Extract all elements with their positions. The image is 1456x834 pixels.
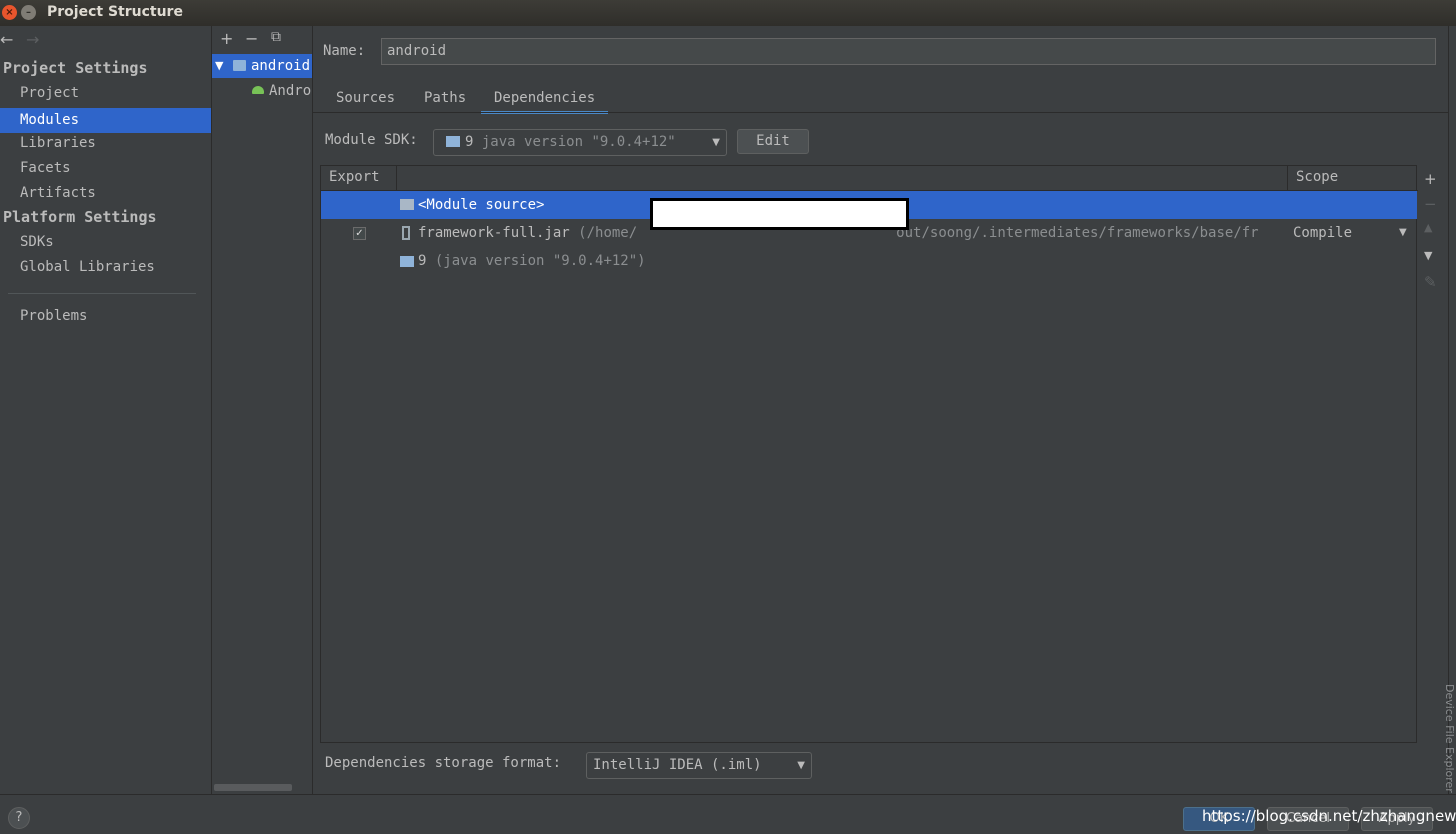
name-label: Name:: [323, 43, 366, 59]
sdk-version-desc: java version "9.0.4+12": [481, 134, 676, 150]
minimize-window-icon[interactable]: –: [21, 5, 36, 20]
project-settings-heading: Project Settings: [3, 59, 148, 77]
nav-item-sdks[interactable]: SDKs: [0, 230, 211, 255]
right-tool-strip: [1448, 26, 1456, 794]
export-checkbox[interactable]: ✓: [353, 227, 366, 240]
back-arrow-icon[interactable]: ←: [0, 30, 13, 49]
add-dependency-icon[interactable]: +: [1424, 170, 1437, 188]
tree-item-facet-label: Android: [269, 83, 312, 99]
tree-item-facet[interactable]: Android: [212, 79, 312, 103]
close-window-icon[interactable]: ×: [2, 5, 17, 20]
nav-item-problems[interactable]: Problems: [0, 304, 211, 329]
remove-icon[interactable]: −: [245, 29, 258, 48]
device-file-explorer-tab[interactable]: Device File Explorer: [1443, 684, 1456, 793]
window-title: Project Structure: [47, 4, 183, 20]
remove-dependency-icon[interactable]: −: [1424, 195, 1437, 213]
column-header-export[interactable]: Export: [329, 166, 380, 190]
nav-item-libraries[interactable]: Libraries: [0, 131, 211, 156]
tab-paths[interactable]: Paths: [424, 88, 466, 114]
chevron-down-icon: ▼: [797, 760, 805, 771]
chevron-down-icon: ▼: [712, 137, 720, 148]
nav-item-artifacts[interactable]: Artifacts: [0, 181, 211, 206]
watermark-text: https://blog.csdn.net/zhzhangnews: [1202, 807, 1456, 825]
edit-sdk-button[interactable]: Edit: [737, 129, 809, 154]
dependency-detail: (java version "9.0.4+12"): [434, 253, 646, 269]
nav-item-modules[interactable]: Modules: [0, 108, 211, 133]
dependency-cell: 9 (java version "9.0.4+12"): [418, 247, 646, 275]
dependency-name: framework-full.jar: [418, 225, 570, 241]
dependencies-table: Export Scope <Module source> ✓ framework…: [320, 165, 1418, 743]
nav-divider: [8, 293, 196, 294]
dependency-name: 9: [418, 253, 427, 269]
module-source-icon: [400, 199, 414, 210]
sdk-folder-icon: [400, 256, 414, 267]
storage-format-label: Dependencies storage format:: [325, 755, 562, 771]
copy-icon[interactable]: ⧉: [271, 29, 281, 45]
sdk-version-number: 9: [465, 134, 474, 150]
settings-nav-panel: ← → Project Settings Project Modules Lib…: [0, 26, 211, 794]
dialog-footer: ? OK Cancel Apply https://blog.csdn.net/…: [0, 794, 1456, 834]
tab-divider: [313, 112, 1449, 113]
module-sdk-label: Module SDK:: [325, 132, 418, 148]
move-up-icon[interactable]: ▲: [1424, 221, 1432, 234]
expand-arrow-icon[interactable]: ▼: [215, 54, 223, 78]
edit-pencil-icon[interactable]: ✎: [1424, 273, 1437, 291]
column-divider: [1287, 166, 1288, 190]
tab-dependencies[interactable]: Dependencies: [481, 88, 609, 114]
module-tree-panel: + − ⧉ ▼ android Android: [211, 26, 313, 794]
redaction-box: [650, 198, 909, 230]
table-row[interactable]: 9 (java version "9.0.4+12"): [321, 247, 1417, 275]
android-icon: [252, 86, 264, 94]
chevron-down-icon[interactable]: ▼: [1399, 219, 1407, 247]
storage-format-value: IntelliJ IDEA (.iml): [593, 757, 762, 773]
help-button[interactable]: ?: [8, 807, 30, 829]
storage-format-select[interactable]: IntelliJ IDEA (.iml) ▼: [586, 752, 812, 779]
tab-sources[interactable]: Sources: [336, 88, 395, 114]
dependency-path-start: (/home/: [578, 225, 638, 241]
forward-arrow-icon[interactable]: →: [26, 30, 39, 49]
title-bar: × – Project Structure: [0, 0, 1456, 26]
tree-horizontal-scrollbar[interactable]: [214, 784, 292, 791]
table-header: Export Scope: [321, 166, 1418, 191]
dependency-scope[interactable]: Compile: [1293, 219, 1352, 247]
move-down-icon[interactable]: ▼: [1424, 249, 1432, 262]
column-divider: [396, 166, 397, 190]
module-folder-icon: [233, 60, 246, 71]
jar-icon: [402, 226, 410, 240]
platform-settings-heading: Platform Settings: [3, 208, 157, 226]
module-details-panel: Name: android Sources Paths Dependencies…: [313, 26, 1456, 794]
nav-item-global-libraries[interactable]: Global Libraries: [0, 255, 211, 280]
tree-item-module-label: android: [251, 58, 311, 74]
sdk-folder-icon: [446, 136, 460, 147]
nav-item-facets[interactable]: Facets: [0, 156, 211, 181]
column-header-scope[interactable]: Scope: [1296, 166, 1338, 190]
dependency-path-end: out/soong/.intermediates/frameworks/base…: [896, 225, 1259, 241]
module-name-field[interactable]: android: [381, 38, 1436, 65]
add-icon[interactable]: +: [220, 29, 233, 48]
dependency-name: <Module source>: [418, 197, 545, 213]
tree-item-module[interactable]: ▼ android: [212, 54, 312, 78]
module-sdk-select[interactable]: 9 java version "9.0.4+12" ▼: [433, 129, 727, 156]
nav-item-project[interactable]: Project: [0, 81, 211, 106]
